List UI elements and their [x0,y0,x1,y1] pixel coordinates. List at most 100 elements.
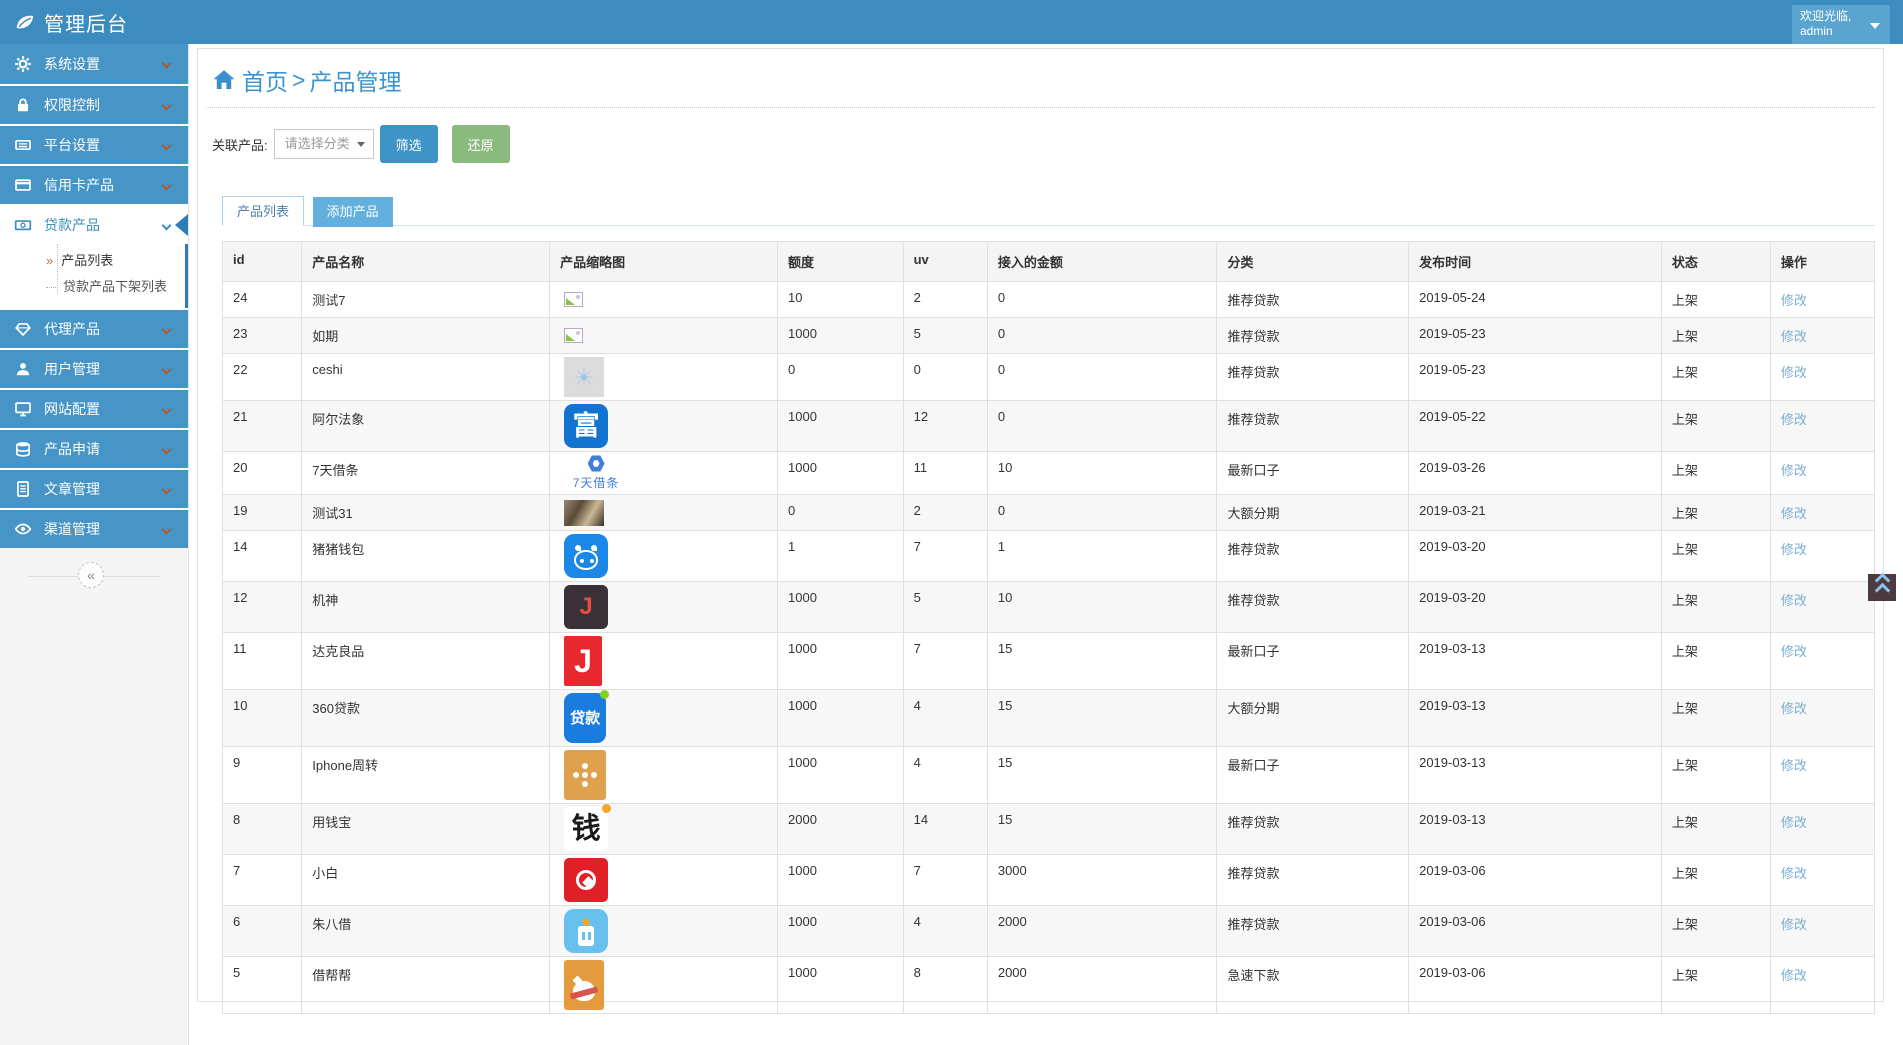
cell-amount: 15 [986,803,1218,855]
table-row: 12 机神 J 1000 5 10 推荐贷款 2019-03-20 上架 修改 [221,581,1876,633]
cell-category: 推荐贷款 [1216,353,1410,401]
filter-button[interactable]: 筛选 [379,125,438,163]
edit-link[interactable]: 修改 [1781,968,1807,983]
sidebar-subitem[interactable]: 贷款产品下架列表 [0,274,185,300]
edit-link[interactable]: 修改 [1781,412,1807,427]
cell-action: 修改 [1769,451,1876,495]
tab-add-product[interactable]: 添加产品 [312,197,393,227]
cell-name: 借帮帮 [301,956,551,1014]
sidebar-item-label: 用户管理 [44,361,100,377]
edit-link[interactable]: 修改 [1781,365,1807,380]
sidebar-collapse-button[interactable]: « [78,562,104,588]
cell-status: 上架 [1660,854,1771,906]
cell-status: 上架 [1660,317,1771,354]
edit-link[interactable]: 修改 [1781,917,1807,932]
back-to-top-button[interactable] [1868,574,1896,601]
edit-link[interactable]: 修改 [1781,542,1807,557]
reset-button[interactable]: 还原 [451,125,510,163]
monitor-icon [14,400,32,418]
edit-link[interactable]: 修改 [1781,293,1807,308]
cell-amount: 10 [986,581,1218,633]
sidebar-item[interactable]: 渠道管理 [0,508,188,548]
cell-date: 2019-05-23 [1408,317,1662,354]
cell-thumb [549,956,779,1014]
column-header-category: 分类 [1216,241,1410,282]
cell-quota: 1000 [777,905,904,957]
cell-date: 2019-03-20 [1408,530,1662,582]
cell-quota: 2000 [777,803,904,855]
cell-uv: 0 [902,353,988,401]
cell-amount: 15 [986,689,1218,747]
cell-thumb [549,746,779,804]
table-row: 7 小白 1000 7 3000 推荐贷款 2019-03-06 上架 修改 [221,854,1876,906]
cell-uv: 2 [902,494,988,531]
cell-action: 修改 [1769,400,1876,452]
product-thumbnail [564,357,605,397]
cell-status: 上架 [1660,746,1771,804]
sidebar-subitem[interactable]: » 产品列表 [0,248,185,274]
category-select-value: 请选择分类 [284,136,350,151]
product-thumbnail [564,750,607,800]
cell-category: 推荐贷款 [1216,905,1410,957]
product-thumbnail [564,499,605,526]
table-row: 14 猪猪钱包 1 7 1 推荐贷款 2019-03-20 上架 修改 [221,530,1876,582]
cell-id: 20 [221,451,303,495]
sidebar-item[interactable]: 网站配置 [0,388,188,428]
cell-thumb: J [549,632,779,690]
cell-thumb: 7天借条 [549,451,779,495]
edit-link[interactable]: 修改 [1781,758,1807,773]
sidebar-item[interactable]: 用户管理 [0,348,188,388]
chevron-down-icon [161,444,172,455]
sidebar-item[interactable]: 权限控制 [0,84,188,124]
cell-amount: 3000 [986,854,1218,906]
sidebar-item[interactable]: 贷款产品 [0,204,188,244]
tab-product-list[interactable]: 产品列表 [222,196,305,226]
banknote-icon [14,216,32,234]
breadcrumb-home-link[interactable]: 首页 [242,63,288,97]
sidebar-item[interactable]: 产品申请 [0,428,188,468]
cell-date: 2019-03-20 [1408,581,1662,633]
cell-quota: 1000 [777,400,904,452]
sidebar-item-label: 系统设置 [44,56,100,72]
badge-dot [600,690,610,699]
user-dropdown[interactable]: 欢迎光临, admin [1792,5,1890,44]
cell-id: 24 [221,281,303,318]
edit-link[interactable]: 修改 [1781,593,1807,608]
cell-quota: 1 [777,530,904,582]
table-row: 24 测试7 10 2 0 推荐贷款 2019-05-24 上架 修改 [221,281,1876,318]
sidebar-item-label: 渠道管理 [44,521,100,537]
cell-thumb: 富 [549,400,779,452]
active-subitem-marker: » [46,253,54,268]
cell-category: 最新口子 [1216,632,1410,690]
sidebar-subitem-label: 贷款产品下架列表 [63,279,168,294]
category-select[interactable]: 请选择分类 [273,129,374,159]
cell-category: 急速下款 [1216,956,1410,1014]
chevron-down-icon [161,364,172,375]
edit-link[interactable]: 修改 [1781,644,1807,659]
cell-name: 达克良品 [301,632,551,690]
sidebar-item[interactable]: 文章管理 [0,468,188,508]
cell-amount: 0 [986,400,1218,452]
table-row: 5 借帮帮 1000 8 2000 急速下款 2019-03-06 上架 修改 [221,956,1876,1014]
edit-link[interactable]: 修改 [1781,463,1807,478]
cell-thumb [549,905,779,957]
sidebar-item[interactable]: 平台设置 [0,124,188,164]
cell-date: 2019-03-13 [1408,689,1662,747]
sidebar-item[interactable]: 信用卡产品 [0,164,188,204]
edit-link[interactable]: 修改 [1781,866,1807,881]
cell-amount: 1 [986,530,1218,582]
eye-icon [14,520,32,538]
edit-link[interactable]: 修改 [1781,506,1807,521]
edit-link[interactable]: 修改 [1781,329,1807,344]
cell-amount: 0 [986,281,1218,318]
sidebar-item[interactable]: 代理产品 [0,308,188,348]
cell-uv: 7 [902,530,988,582]
column-header-quota: 额度 [777,241,904,282]
edit-link[interactable]: 修改 [1781,701,1807,716]
database-icon [14,440,32,458]
sidebar-item[interactable]: 系统设置 [0,44,188,84]
table-row: 21 阿尔法象富 1000 12 0 推荐贷款 2019-05-22 上架 修改 [221,400,1876,452]
cell-quota: 1000 [777,632,904,690]
product-thumbnail [564,909,609,953]
edit-link[interactable]: 修改 [1781,815,1807,830]
